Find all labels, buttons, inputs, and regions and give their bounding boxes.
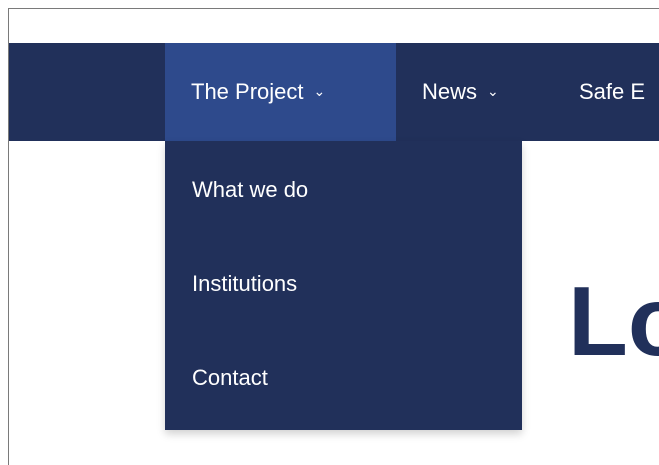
dropdown-item-institutions[interactable]: Institutions — [192, 271, 297, 297]
dropdown-item-contact[interactable]: Contact — [192, 365, 268, 391]
nav-item-the-project[interactable]: The Project ⌄ — [165, 43, 396, 141]
nav-item-label: Safe E — [579, 79, 646, 104]
nav-item-news[interactable]: News ⌄ — [422, 43, 499, 141]
nav-item-label: The Project — [191, 79, 304, 104]
chevron-down-icon: ⌄ — [487, 82, 499, 99]
chevron-down-icon: ⌄ — [313, 82, 326, 99]
viewport-top-border — [8, 8, 659, 9]
dropdown-item-what-we-do[interactable]: What we do — [192, 177, 308, 203]
hero-heading: Lo — [568, 266, 659, 376]
nav-item-label: News — [422, 79, 478, 104]
nav-item-safe[interactable]: Safe E — [579, 43, 645, 141]
main-navigation: The Project ⌄ News ⌄ Safe E — [9, 43, 659, 141]
project-dropdown-menu: What we do Institutions Contact — [165, 141, 522, 430]
browser-viewport: The Project ⌄ News ⌄ Safe E What we do I… — [0, 0, 659, 465]
